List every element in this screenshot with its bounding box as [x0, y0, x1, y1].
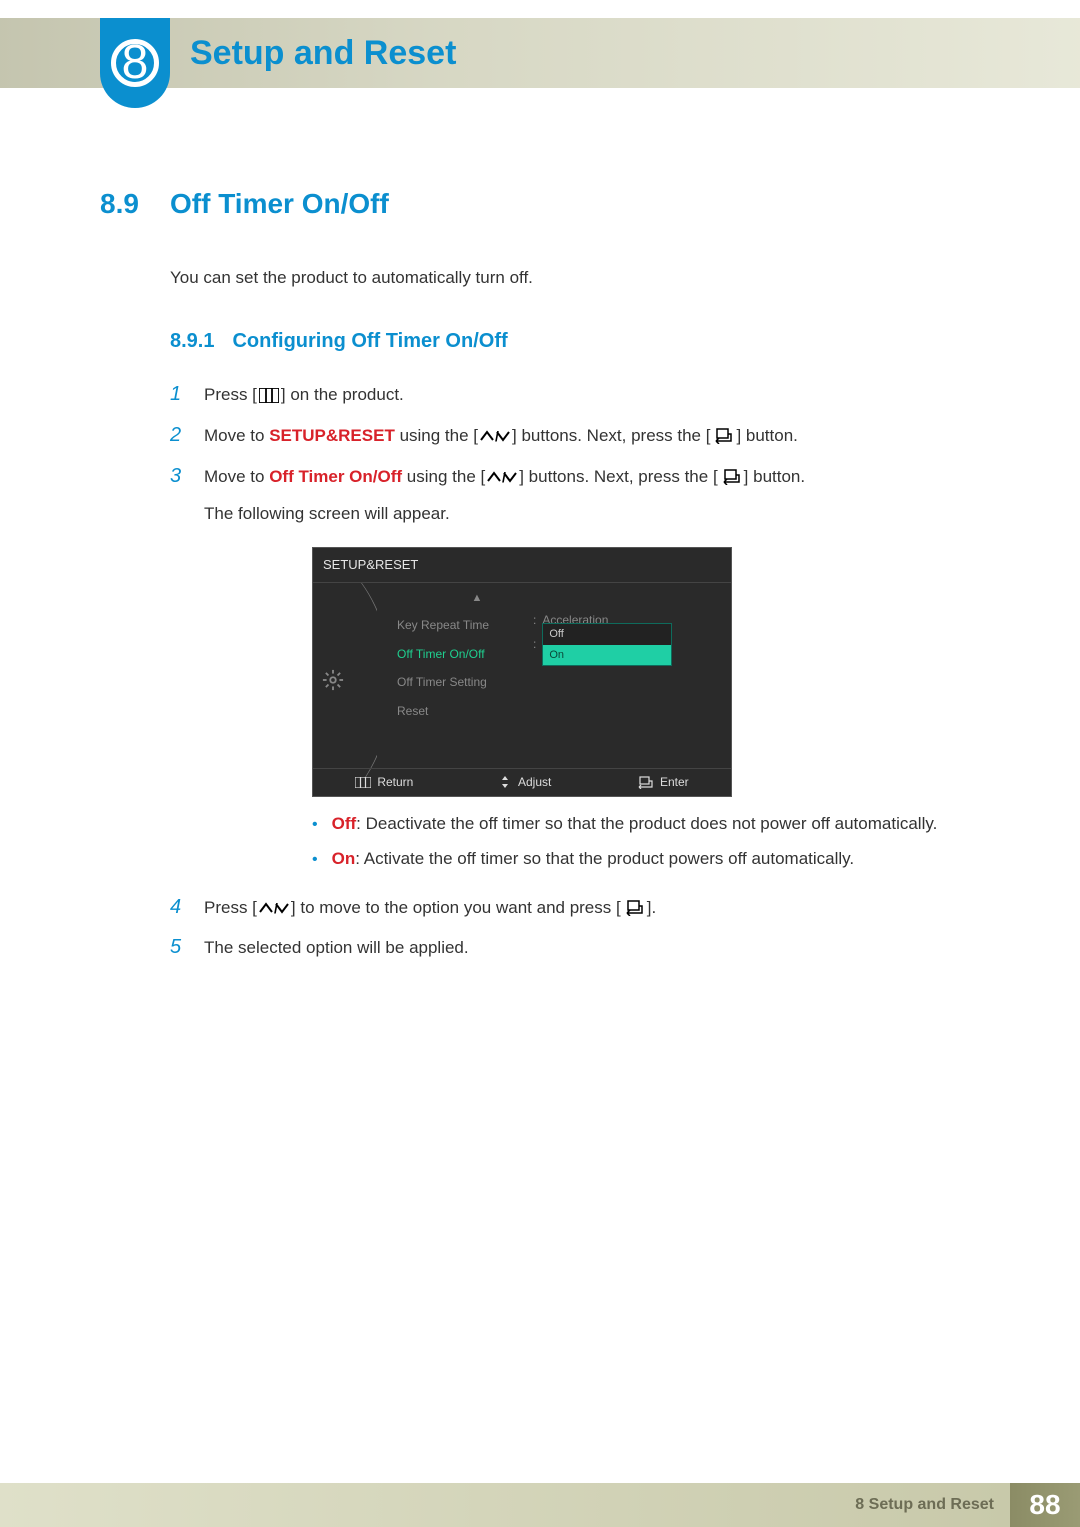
text: ] button. — [744, 467, 805, 486]
gear-icon — [322, 669, 344, 691]
text: Press [ — [204, 385, 257, 404]
osd-footer-adjust: Adjust — [498, 772, 551, 792]
step-2: 2 Move to SETUP&RESET using the [ / ] butt… — [170, 422, 1000, 451]
osd-menu-item: Reset — [391, 697, 533, 725]
osd-screenshot: SETUP&RESET ▲ Key Repeat Time Off Timer … — [312, 547, 937, 797]
osd-values: :Acceleration : Off On — [533, 583, 713, 778]
highlight: Off Timer On/Off — [269, 467, 402, 486]
enter-icon — [636, 776, 654, 789]
page-number: 88 — [1010, 1483, 1080, 1527]
text: using the [ — [402, 467, 485, 486]
osd-option-box: Off On — [542, 623, 672, 666]
step-5: 5 The selected option will be applied. — [170, 934, 1000, 963]
menu-icon — [259, 388, 279, 403]
subsection-title: Configuring Off Timer On/Off — [232, 330, 507, 353]
section-title: Off Timer On/Off — [170, 188, 389, 220]
text: ] buttons. Next, press the [ — [519, 467, 717, 486]
step-text: Press [ / ] to move to the option you want… — [204, 894, 656, 923]
bullet-list: • Off: Deactivate the off timer so that … — [312, 811, 937, 872]
adjust-icon — [498, 775, 512, 789]
osd-window: SETUP&RESET ▲ Key Repeat Time Off Timer … — [312, 547, 732, 797]
osd-value-row: : Off On — [533, 633, 713, 657]
step-4: 4 Press [ / ] to move to the option you wa… — [170, 894, 1000, 923]
osd-menu-item: Key Repeat Time — [391, 611, 533, 639]
up-down-icon: / — [480, 429, 510, 443]
text: The following screen will appear. — [204, 500, 937, 529]
chapter-title: Setup and Reset — [190, 34, 456, 73]
svg-text:/: / — [502, 470, 506, 484]
bullet-dot-icon: • — [312, 817, 318, 833]
chapter-number: 8 — [111, 39, 159, 87]
osd-curve — [351, 583, 377, 778]
step-3: 3 Move to Off Timer On/Off using the [ /]… — [170, 463, 1000, 882]
label: Return — [377, 772, 413, 792]
step-number: 1 — [170, 383, 188, 406]
step-number: 5 — [170, 936, 188, 959]
bullet-dot-icon: • — [312, 852, 318, 868]
scroll-up-icon: ▲ — [421, 589, 533, 608]
enter-icon — [720, 469, 742, 485]
osd-menu-item: Off Timer Setting — [391, 668, 533, 696]
section-heading: 8.9 Off Timer On/Off — [100, 188, 1000, 220]
bullet-text: Off: Deactivate the off timer so that th… — [332, 811, 938, 837]
text: : Activate the off timer so that the pro… — [355, 849, 854, 868]
up-down-icon: / — [259, 901, 289, 915]
bullet-item: • Off: Deactivate the off timer so that … — [312, 811, 937, 837]
chapter-badge: 8 — [100, 18, 170, 108]
osd-option: Off — [543, 624, 671, 645]
osd-title: SETUP&RESET — [313, 548, 731, 583]
page-content: 8.9 Off Timer On/Off You can set the pro… — [100, 188, 1000, 975]
highlight: SETUP&RESET — [269, 426, 395, 445]
osd-option-selected: On — [543, 645, 671, 666]
text: Move to — [204, 467, 269, 486]
bullet-text: On: Activate the off timer so that the p… — [332, 846, 855, 872]
text: ] to move to the option you want and pre… — [291, 898, 621, 917]
enter-icon — [712, 428, 734, 444]
step-text: Move to SETUP&RESET using the [ / ] button… — [204, 422, 798, 451]
bullet-item: • On: Activate the off timer so that the… — [312, 846, 937, 872]
subsection-heading: 8.9.1 Configuring Off Timer On/Off — [170, 330, 1000, 353]
subsection-number: 8.9.1 — [170, 330, 214, 353]
label: Adjust — [518, 772, 551, 792]
section-number: 8.9 — [100, 188, 146, 220]
text: : Deactivate the off timer so that the p… — [356, 814, 937, 833]
text: ] button. — [736, 426, 797, 445]
page-footer: 8 Setup and Reset 88 — [0, 1483, 1080, 1527]
footer-chapter-label: 8 Setup and Reset — [0, 1483, 1010, 1527]
highlight: Off — [332, 814, 357, 833]
text: ] buttons. Next, press the [ — [512, 426, 710, 445]
step-text: Press [ ] on the product. — [204, 381, 404, 410]
menu-icon — [355, 777, 371, 788]
svg-text:/: / — [495, 429, 499, 443]
label: Enter — [660, 772, 689, 792]
step-text: Move to Off Timer On/Off using the [ / ] b… — [204, 463, 937, 882]
text: using the [ — [395, 426, 478, 445]
text: Move to — [204, 426, 269, 445]
enter-icon — [623, 900, 645, 916]
step-number: 2 — [170, 424, 188, 447]
osd-footer-return: Return — [355, 772, 413, 792]
steps-list: 1 Press [ ] on the product. 2 Move to SET… — [170, 381, 1000, 963]
step-number: 3 — [170, 465, 188, 488]
osd-body: ▲ Key Repeat Time Off Timer On/Off Off T… — [313, 583, 731, 778]
up-down-icon: / — [487, 470, 517, 484]
intro-text: You can set the product to automatically… — [170, 268, 1000, 288]
step-1: 1 Press [ ] on the product. — [170, 381, 1000, 410]
osd-footer-enter: Enter — [636, 772, 689, 792]
text: Press [ — [204, 898, 257, 917]
svg-text:/: / — [274, 901, 278, 915]
text: ]. — [647, 898, 656, 917]
highlight: On — [332, 849, 356, 868]
step-text: The selected option will be applied. — [204, 934, 469, 963]
step-number: 4 — [170, 896, 188, 919]
text: ] on the product. — [281, 385, 404, 404]
osd-footer: Return Adjust Enter — [313, 768, 731, 796]
osd-menu-item-active: Off Timer On/Off — [391, 640, 533, 668]
osd-sidebar — [313, 583, 353, 778]
osd-menu: ▲ Key Repeat Time Off Timer On/Off Off T… — [383, 583, 533, 778]
